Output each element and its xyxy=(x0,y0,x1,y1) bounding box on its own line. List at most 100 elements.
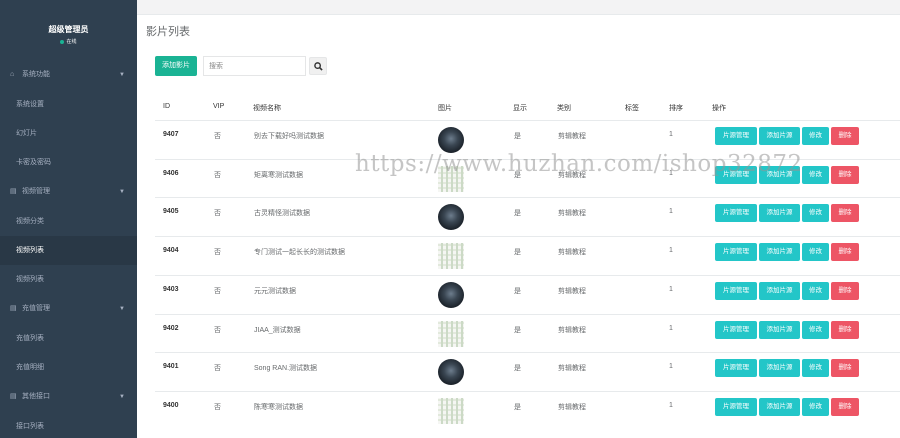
cell-vip: 否 xyxy=(214,403,221,411)
col-image[interactable]: 图片 xyxy=(438,103,452,113)
grid-icon: ▤ xyxy=(10,188,17,195)
edit-button[interactable]: 修改 xyxy=(802,397,829,416)
profile-name[interactable]: 超级管理员 xyxy=(0,24,137,35)
table-row: 9400 否 陈寒寒测试数据 是 剪辑教程 1 片源管理 添加片源 修改 删除 xyxy=(155,390,900,430)
edit-button[interactable]: 修改 xyxy=(802,165,829,184)
col-category[interactable]: 类别 xyxy=(557,103,571,113)
add-source-button[interactable]: 添加片源 xyxy=(759,397,800,416)
edit-button[interactable]: 修改 xyxy=(802,243,829,262)
source-manage-button[interactable]: 片源管理 xyxy=(715,320,757,339)
nav-group-video[interactable]: ▤ 视频管理 ▼ xyxy=(0,177,137,207)
nav-group-label: 视频管理 xyxy=(22,188,50,195)
cell-show: 是 xyxy=(514,287,521,295)
sidebar-item-slides[interactable]: 幻灯片 xyxy=(0,119,137,148)
chevron-down-icon: ▼ xyxy=(119,394,125,400)
video-thumbnail[interactable] xyxy=(438,281,464,308)
cell-vip: 否 xyxy=(214,249,221,257)
chevron-down-icon: ▼ xyxy=(119,189,125,195)
online-dot-icon xyxy=(60,39,65,44)
video-thumbnail[interactable] xyxy=(438,204,464,231)
cell-name: 陈寒寒测试数据 xyxy=(254,403,303,411)
source-manage-button[interactable]: 片源管理 xyxy=(715,281,757,300)
cell-show: 是 xyxy=(514,326,521,334)
cell-id: 9404 xyxy=(163,247,179,255)
nav-group-label: 系统功能 xyxy=(22,71,50,78)
main-panel: 影片列表 添加影片 ID VIP 视频名称 图片 显示 类别 标签 排序 操作 … xyxy=(137,14,900,438)
video-thumbnail[interactable] xyxy=(438,397,464,424)
edit-button[interactable]: 修改 xyxy=(802,204,829,223)
nav-group-recharge[interactable]: ▤ 充值管理 ▼ xyxy=(0,294,137,324)
sidebar-item-video-list-2[interactable]: 视频列表 xyxy=(0,265,137,294)
chevron-down-icon: ▼ xyxy=(119,306,125,312)
cell-sort: 1 xyxy=(669,208,673,216)
cell-category: 剪辑教程 xyxy=(558,249,586,257)
add-source-button[interactable]: 添加片源 xyxy=(759,320,800,339)
sidebar-item-system-settings[interactable]: 系统设置 xyxy=(0,90,137,119)
cell-show: 是 xyxy=(514,210,521,218)
cell-id: 9406 xyxy=(163,169,179,177)
cell-category: 剪辑教程 xyxy=(558,210,586,218)
nav-group-api[interactable]: ▤ 其他接口 ▼ xyxy=(0,382,137,412)
add-source-button[interactable]: 添加片源 xyxy=(759,127,800,145)
cell-sort: 1 xyxy=(669,401,673,409)
col-id[interactable]: ID xyxy=(163,103,170,110)
cell-category: 剪辑教程 xyxy=(558,287,586,295)
delete-button[interactable]: 删除 xyxy=(831,359,859,378)
cell-sort: 1 xyxy=(669,131,673,138)
video-thumbnail[interactable] xyxy=(438,243,464,270)
video-thumbnail[interactable] xyxy=(438,320,464,347)
cell-id: 9402 xyxy=(163,324,179,332)
sidebar: 超级管理员 在线 ⌂ 系统功能 ▼ 系统设置 幻灯片 卡密及密码 ▤ 视频管理 ▼ 视频… xyxy=(0,0,137,438)
cell-vip: 否 xyxy=(214,133,221,140)
add-source-button[interactable]: 添加片源 xyxy=(759,243,800,262)
cell-name: 元元测试数据 xyxy=(254,287,296,295)
sidebar-item-cards[interactable]: 卡密及密码 xyxy=(0,148,137,177)
edit-button[interactable]: 修改 xyxy=(802,281,829,300)
edit-button[interactable]: 修改 xyxy=(802,320,829,339)
add-film-button[interactable]: 添加影片 xyxy=(155,56,197,76)
add-source-button[interactable]: 添加片源 xyxy=(759,204,800,223)
add-source-button[interactable]: 添加片源 xyxy=(759,359,800,378)
edit-button[interactable]: 修改 xyxy=(802,127,829,145)
video-thumbnail[interactable] xyxy=(438,127,464,153)
cell-category: 剪辑教程 xyxy=(558,326,586,334)
search-button[interactable] xyxy=(309,57,327,75)
col-sort[interactable]: 排序 xyxy=(669,103,683,113)
edit-button[interactable]: 修改 xyxy=(802,359,829,378)
source-manage-button[interactable]: 片源管理 xyxy=(715,127,757,145)
cell-category: 剪辑教程 xyxy=(558,365,586,373)
source-manage-button[interactable]: 片源管理 xyxy=(715,397,757,416)
sidebar-item-api-list[interactable]: 接口列表 xyxy=(0,412,137,438)
cell-sort: 1 xyxy=(669,363,673,371)
sidebar-item-video-category[interactable]: 视频分类 xyxy=(0,207,137,236)
add-source-button[interactable]: 添加片源 xyxy=(759,281,800,300)
col-show[interactable]: 显示 xyxy=(513,103,527,113)
source-manage-button[interactable]: 片源管理 xyxy=(715,359,757,378)
cell-category: 剪辑教程 xyxy=(558,403,586,411)
cell-vip: 否 xyxy=(214,210,221,218)
table-row: 9405 否 古灵精怪测试数据 是 剪辑教程 1 片源管理 添加片源 修改 删除 xyxy=(155,197,900,236)
delete-button[interactable]: 删除 xyxy=(831,204,859,223)
col-tag[interactable]: 标签 xyxy=(625,103,639,113)
sidebar-item-recharge-list[interactable]: 充值列表 xyxy=(0,324,137,353)
sidebar-item-recharge-detail[interactable]: 充值明细 xyxy=(0,353,137,382)
col-vip[interactable]: VIP xyxy=(213,103,224,110)
source-manage-button[interactable]: 片源管理 xyxy=(715,204,757,223)
profile: 超级管理员 在线 xyxy=(0,0,137,60)
delete-button[interactable]: 删除 xyxy=(831,243,859,262)
delete-button[interactable]: 删除 xyxy=(831,320,859,339)
delete-button[interactable]: 删除 xyxy=(831,127,859,145)
search-input[interactable] xyxy=(203,56,306,76)
cell-name: 古灵精怪测试数据 xyxy=(254,210,310,218)
source-manage-button[interactable]: 片源管理 xyxy=(715,243,757,262)
cell-id: 9405 xyxy=(163,208,179,216)
video-thumbnail[interactable] xyxy=(438,359,464,386)
sidebar-item-video-list[interactable]: 视频列表 xyxy=(0,236,137,265)
cell-category: 剪辑教程 xyxy=(558,133,586,140)
table-row: 9402 否 JIAA_测试数据 是 剪辑教程 1 片源管理 添加片源 修改 删除 xyxy=(155,313,900,353)
delete-button[interactable]: 删除 xyxy=(831,281,859,300)
nav-group-system[interactable]: ⌂ 系统功能 ▼ xyxy=(0,60,137,90)
col-name[interactable]: 视频名称 xyxy=(253,103,281,113)
delete-button[interactable]: 删除 xyxy=(831,397,859,416)
delete-button[interactable]: 删除 xyxy=(831,165,859,184)
